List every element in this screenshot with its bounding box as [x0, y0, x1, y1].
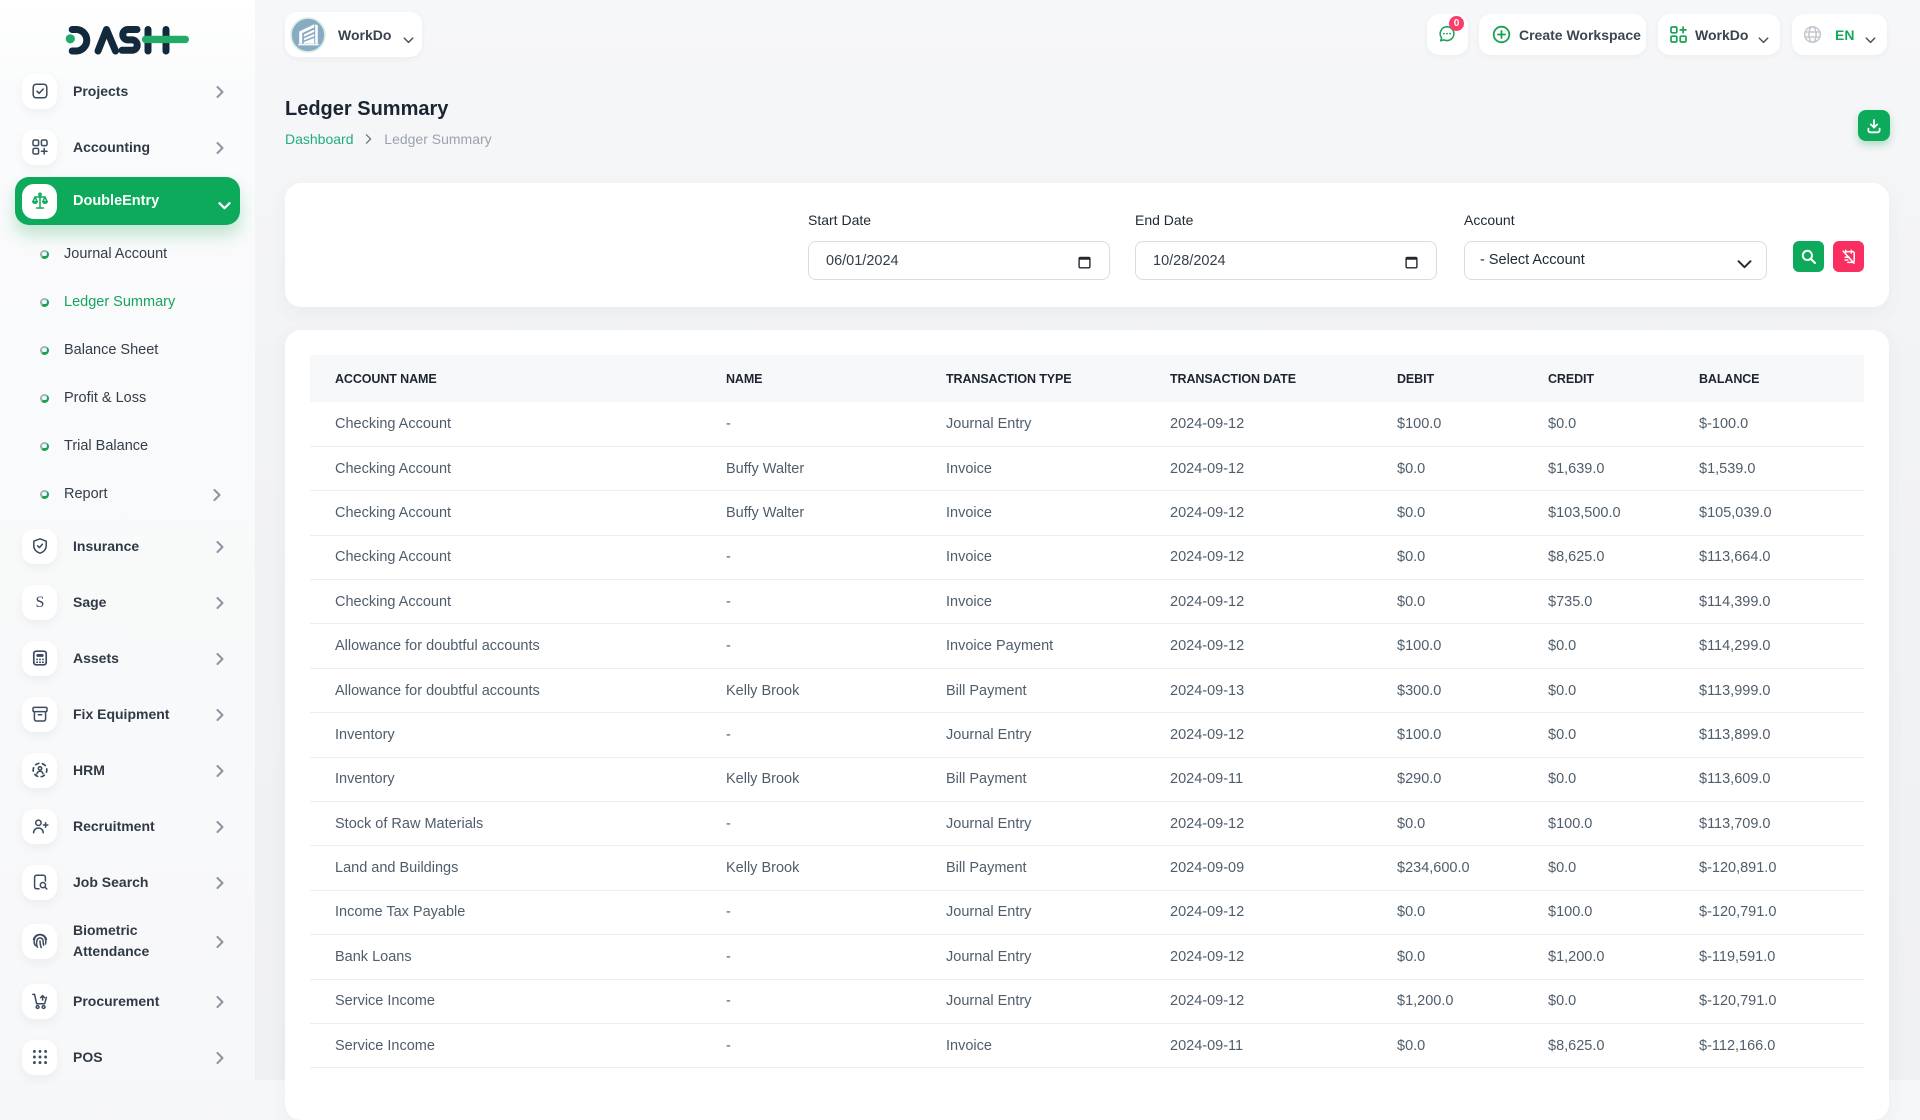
svg-text:S: S	[35, 594, 44, 611]
